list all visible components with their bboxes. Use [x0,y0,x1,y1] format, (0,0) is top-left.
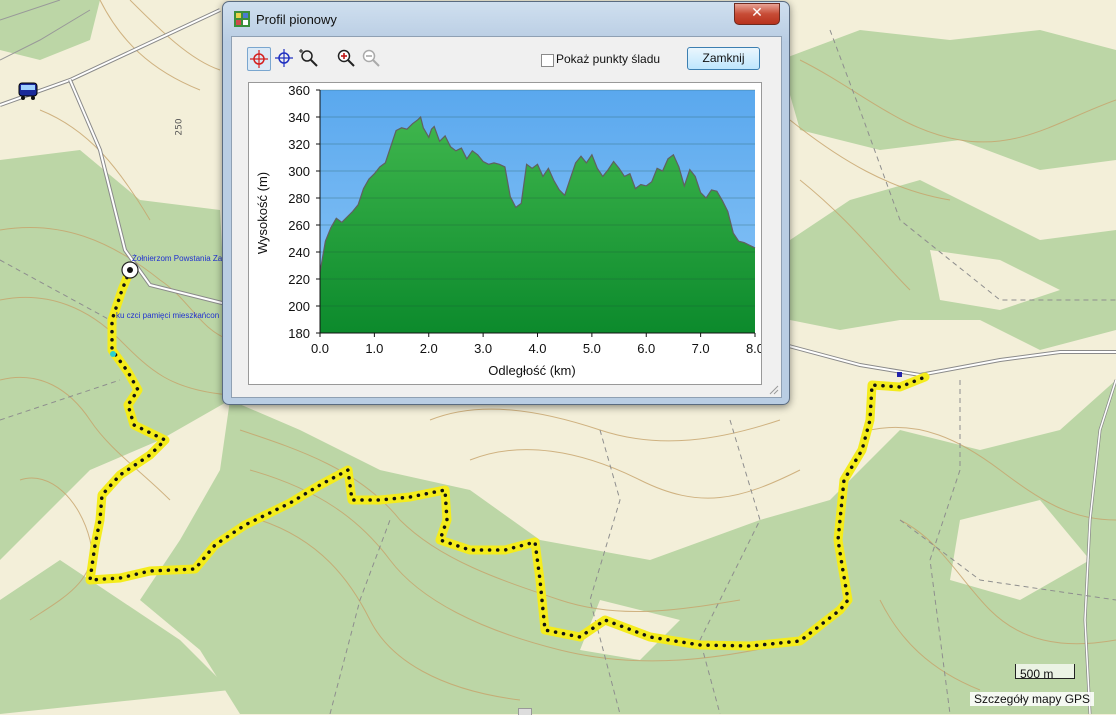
map-label-commemoration[interactable]: ku czci pamięci mieszkańcon [116,311,219,320]
x-tick-label: 3.0 [474,341,492,356]
title-bar[interactable]: Profil pionowy ✕ [223,2,789,36]
zoom-region-tool[interactable] [298,47,320,69]
y-tick-label: 340 [288,110,310,125]
map-credit: Szczegóły mapy GPS [970,692,1095,706]
y-tick-label: 180 [288,326,310,341]
road-number: 250 [174,118,185,136]
zoom-out-tool[interactable] [360,47,382,69]
x-tick-label: 4.0 [528,341,546,356]
crosshair-red-tool[interactable] [247,47,271,71]
map-label-memorial[interactable]: Żołnierzom Powstania Za [132,254,222,263]
y-tick-label: 260 [288,218,310,233]
x-tick-label: 8.0 [746,341,761,356]
app-icon [234,11,250,27]
y-tick-label: 200 [288,299,310,314]
memorial-marker-dot [127,267,133,273]
crosshair-blue-icon [275,49,293,67]
elevation-profile-window: Profil pionowy ✕ Pokaż punkty śladu Zamk… [222,1,790,405]
y-tick-label: 240 [288,245,310,260]
x-tick-label: 6.0 [637,341,655,356]
zoom-region-icon [299,49,318,67]
x-tick-label: 0.0 [311,341,329,356]
elevation-chart-panel: 0.0 1.0 2.0 3.0 4.0 5.0 6.0 7.0 8.0 180 200 220 240… [248,82,764,385]
x-tick-label: 7.0 [692,341,710,356]
elevation-chart[interactable]: 0.0 1.0 2.0 3.0 4.0 5.0 6.0 7.0 8.0 180 200 220 240… [249,83,764,384]
show-track-points-checkbox[interactable] [541,54,554,67]
zoom-in-tool[interactable] [335,47,357,69]
window-client-area: Pokaż punkty śladu Zamknij 0.0 1.0 2.0 3… [231,36,782,398]
x-tick-label: 5.0 [583,341,601,356]
window-close-button[interactable]: ✕ [734,3,780,25]
resize-grip-icon[interactable] [767,383,779,395]
window-title: Profil pionowy [256,12,337,27]
y-tick-label: 300 [288,164,310,179]
y-axis-label: Wysokość (m) [255,172,270,254]
y-tick-label: 220 [288,272,310,287]
x-tick-label: 2.0 [420,341,438,356]
x-axis-label: Odległość (km) [488,363,575,378]
y-tick-label: 320 [288,137,310,152]
show-track-points-label[interactable]: Pokaż punkty śladu [556,52,660,66]
bus-stop-icon[interactable] [17,81,39,101]
y-tick-label: 360 [288,83,310,98]
close-button[interactable]: Zamknij [687,47,760,70]
crosshair-red-icon [250,50,268,68]
y-tick-label: 280 [288,191,310,206]
zoom-in-icon [337,49,355,67]
crosshair-blue-tool[interactable] [273,47,295,69]
x-tick-label: 1.0 [365,341,383,356]
waypoint-marker[interactable] [897,372,902,377]
scale-label: 500 m [1020,667,1054,681]
zoom-out-icon [362,49,380,67]
cursor-position-marker [110,351,116,357]
